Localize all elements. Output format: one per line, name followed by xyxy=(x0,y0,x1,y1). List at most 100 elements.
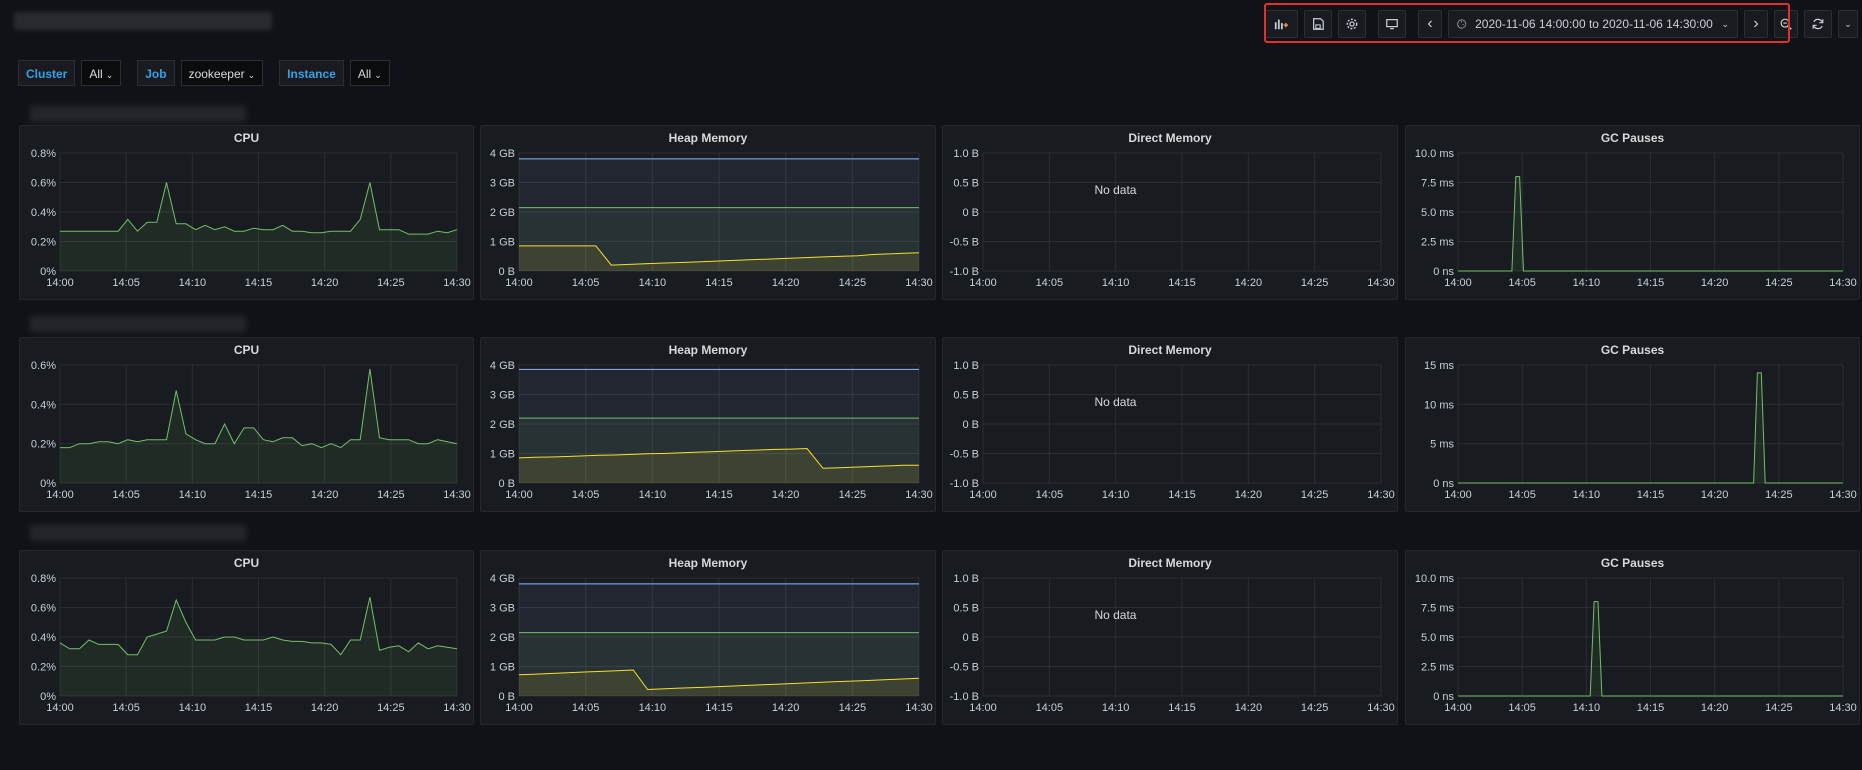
x-tick-label: 14:10 xyxy=(639,277,667,289)
gear-icon xyxy=(1346,18,1358,30)
variable-picker-job[interactable]: zookeeper ⌄ xyxy=(180,60,264,86)
cpu-panel[interactable]: CPU 0.6% 0.4% 0.2% 0% 14:00 14:05 14:10 14:15 14:… xyxy=(19,337,474,512)
panel-graph[interactable]: 1.0 B0.5 B0 B-0.5 B-1.0 B14:00 14:05 14:10… xyxy=(943,551,1399,726)
variable-picker-instance[interactable]: All ⌄ xyxy=(349,60,390,86)
time-shift-forward-button[interactable]: › xyxy=(1744,10,1768,38)
variable-picker-cluster[interactable]: All ⌄ xyxy=(81,60,122,86)
panel-graph[interactable]: 1.0 B0.5 B0 B-0.5 B-1.0 B14:00 14:05 14:10… xyxy=(943,338,1399,513)
cpu-panel[interactable]: CPU 0.8% 0.6% 0.4% 0.2% 0% 14:00 14:05 14:10 14:1… xyxy=(19,125,474,300)
heap-memory-panel[interactable]: Heap Memory 4 GB 3 GB 2 GB 1 GB 0 B 14:00 14:05… xyxy=(480,125,936,300)
y-tick-label: 2 GB xyxy=(490,207,515,219)
y-tick-label: 0 B xyxy=(962,419,979,431)
x-tick-label: 14:30 xyxy=(1367,277,1395,289)
x-tick-label: 14:25 xyxy=(377,489,405,501)
x-tick-label: 14:10 xyxy=(639,489,667,501)
row-title[interactable] xyxy=(30,106,246,122)
y-tick-label: 3 GB xyxy=(490,178,515,190)
x-tick-label: 14:30 xyxy=(1829,277,1857,289)
gc-pauses-panel[interactable]: GC Pauses 15 ms 10 ms 5 ms 0 ns 14:00 14:05 14:… xyxy=(1405,337,1860,512)
y-tick-label: 1 GB xyxy=(490,449,515,461)
chevron-down-icon: ⌄ xyxy=(1721,18,1729,29)
clock-icon: 🕓︎ xyxy=(1457,16,1467,31)
x-tick-label: 14:20 xyxy=(1701,489,1729,501)
y-tick-label: 5 ms xyxy=(1430,439,1454,451)
no-data-label: No data xyxy=(1094,394,1137,409)
panel-graph[interactable]: 0.8%0.6%0.4%0.2%0%14:00 14:05 14:10 14:15 14… xyxy=(20,551,475,726)
row-title[interactable] xyxy=(30,525,246,541)
y-tick-label: 5.0 ms xyxy=(1421,207,1455,219)
x-tick-label: 14:25 xyxy=(1765,702,1793,714)
y-tick-label: -0.5 B xyxy=(950,237,979,249)
x-tick-label: 14:25 xyxy=(1765,277,1793,289)
y-tick-label: 1 GB xyxy=(490,662,515,674)
x-tick-label: 14:20 xyxy=(1235,702,1263,714)
no-data-label: No data xyxy=(1094,182,1137,197)
panel-graph[interactable]: 4 GB3 GB2 GB1 GB0 B14:00 14:05 14:10 14:15 1… xyxy=(481,126,937,301)
y-tick-label: 1.0 B xyxy=(953,573,979,585)
x-tick-label: 14:25 xyxy=(1301,277,1329,289)
refresh-button[interactable] xyxy=(1804,10,1832,38)
heap-memory-panel[interactable]: Heap Memory 4 GB 3 GB 2 GB 1 GB 0 B 14:00 14:05… xyxy=(480,337,936,512)
add-panel-button[interactable] xyxy=(1264,10,1298,38)
y-tick-label: 4 GB xyxy=(490,148,515,160)
row-title[interactable] xyxy=(30,316,246,332)
panel-graph[interactable]: 15 ms10 ms5 ms0 ns14:00 14:05 14:10 14:15 14… xyxy=(1406,338,1861,513)
chevron-right-icon: › xyxy=(1753,15,1759,32)
y-tick-label: 2.5 ms xyxy=(1421,237,1455,249)
dashboard-title[interactable] xyxy=(14,12,272,30)
x-tick-label: 14:00 xyxy=(46,489,74,501)
x-tick-label: 14:30 xyxy=(905,489,933,501)
x-tick-label: 14:00 xyxy=(1444,277,1472,289)
panel-graph[interactable]: 10.0 ms7.5 ms5.0 ms2.5 ms0 ns14:00 14:05 1… xyxy=(1406,126,1861,301)
panel-graph[interactable]: 4 GB3 GB2 GB1 GB0 B14:00 14:05 14:10 14:15 1… xyxy=(481,551,937,726)
x-tick-label: 14:05 xyxy=(1036,277,1064,289)
variable-value: zookeeper xyxy=(188,67,245,81)
y-tick-label: 2 GB xyxy=(490,632,515,644)
y-tick-label: 10 ms xyxy=(1424,399,1454,411)
x-tick-label: 14:00 xyxy=(46,702,74,714)
direct-memory-panel[interactable]: Direct Memory 1.0 B 0.5 B0 B -0.5 B -1.0 B 14… xyxy=(942,337,1398,512)
x-tick-label: 14:05 xyxy=(572,489,600,501)
gc-pauses-panel[interactable]: GC Pauses 10.0 ms 7.5 ms 5.0 ms 2.5 ms 0 ns 14… xyxy=(1405,125,1860,300)
time-range-picker[interactable]: 🕓︎ 2020-11-06 14:00:00 to 2020-11-06 14:… xyxy=(1448,10,1738,38)
save-icon xyxy=(1313,18,1324,30)
x-tick-label: 14:00 xyxy=(505,702,533,714)
save-dashboard-button[interactable] xyxy=(1304,10,1332,38)
panel-graph[interactable]: 4 GB3 GB2 GB1 GB0 B14:00 14:05 14:10 14:15 1… xyxy=(481,338,937,513)
heap-memory-panel[interactable]: Heap Memory 4 GB 3 GB 2 GB 1 GB 0 B 14:00 14:05… xyxy=(480,550,936,725)
zoom-out-icon xyxy=(1780,18,1792,30)
x-tick-label: 14:05 xyxy=(112,489,140,501)
variable-label-cluster: Cluster xyxy=(18,60,76,86)
x-tick-label: 14:10 xyxy=(1573,702,1601,714)
direct-memory-panel[interactable]: Direct Memory 1.0 B 0.5 B0 B -0.5 B -1.0 B 14… xyxy=(942,550,1398,725)
panel-graph[interactable]: 0.8%0.6%0.4%0.2%0%14:00 14:05 14:10 14:15 14… xyxy=(20,126,475,301)
y-tick-label: 0.2% xyxy=(31,439,56,451)
y-tick-label: 0.8% xyxy=(31,148,56,160)
time-shift-back-button[interactable]: ‹ xyxy=(1418,10,1442,38)
x-tick-label: 14:05 xyxy=(1508,277,1536,289)
x-tick-label: 14:10 xyxy=(639,702,667,714)
y-tick-label: 10.0 ms xyxy=(1415,573,1455,585)
cycle-view-mode-button[interactable] xyxy=(1378,10,1406,38)
panel-graph[interactable]: 10.0 ms7.5 ms5.0 ms2.5 ms0 ns14:00 14:05 1… xyxy=(1406,551,1861,726)
x-tick-label: 14:10 xyxy=(1573,489,1601,501)
panel-graph[interactable]: 1.0 B0.5 B0 B-0.5 B-1.0 B14:00 14:05 14:10… xyxy=(943,126,1399,301)
gc-pauses-panel[interactable]: GC Pauses 10.0 ms 7.5 ms 5.0 ms 2.5 ms 0 ns 14… xyxy=(1405,550,1860,725)
add-panel-icon xyxy=(1274,19,1288,30)
x-tick-label: 14:20 xyxy=(1235,277,1263,289)
direct-memory-panel[interactable]: Direct Memory 1.0 B 0.5 B0 B -0.5 B -1.0 B 14… xyxy=(942,125,1398,300)
y-tick-label: 0 B xyxy=(962,632,979,644)
x-tick-label: 14:20 xyxy=(311,489,339,501)
panel-graph[interactable]: 0.6%0.4%0.2%0%14:00 14:05 14:10 14:15 14:20 1… xyxy=(20,338,475,513)
x-tick-label: 14:15 xyxy=(705,277,733,289)
x-tick-label: 14:15 xyxy=(245,277,273,289)
zoom-out-button[interactable] xyxy=(1774,10,1798,38)
refresh-interval-dropdown[interactable]: ⌄ xyxy=(1838,10,1858,38)
x-tick-label: 14:20 xyxy=(311,702,339,714)
y-tick-label: 15 ms xyxy=(1424,360,1454,372)
x-tick-label: 14:10 xyxy=(1102,702,1130,714)
x-tick-label: 14:25 xyxy=(839,702,867,714)
dashboard-settings-button[interactable] xyxy=(1338,10,1366,38)
cpu-panel[interactable]: CPU 0.8% 0.6% 0.4% 0.2% 0% 14:00 14:05 14:10 14:1… xyxy=(19,550,474,725)
x-tick-label: 14:25 xyxy=(839,489,867,501)
